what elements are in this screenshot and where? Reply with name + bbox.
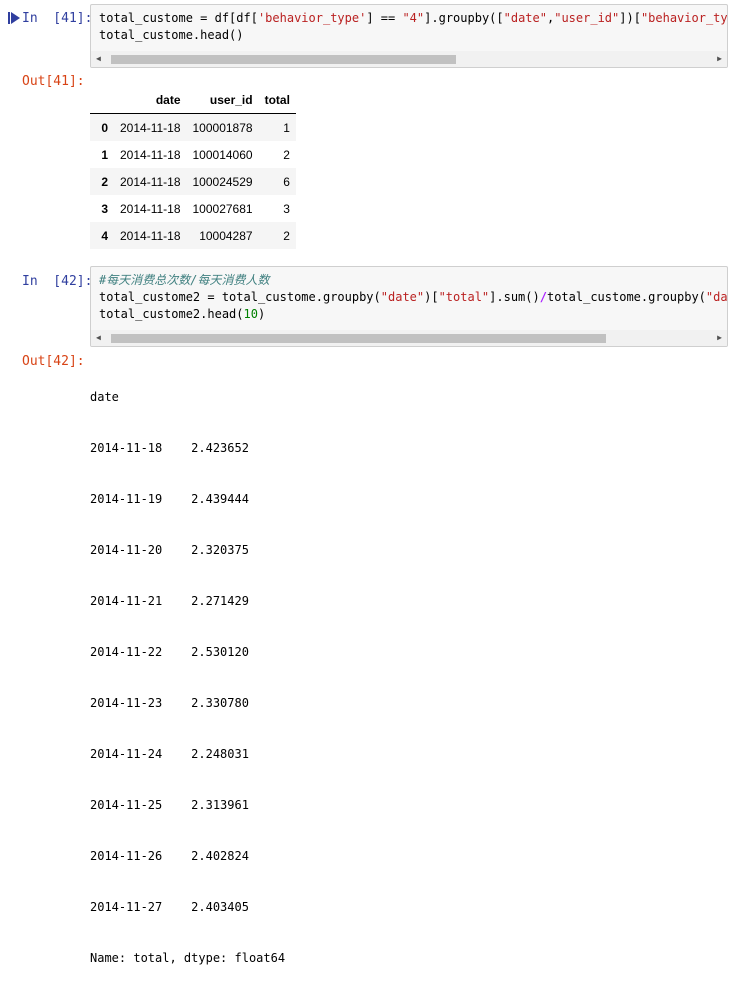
horizontal-scrollbar[interactable]: ◀ ▶ <box>91 330 727 346</box>
cell-date: 2014-11-18 <box>120 174 181 189</box>
index-header <box>90 86 114 114</box>
cell-user-id: 100024529 <box>192 174 253 189</box>
scrollbar-thumb[interactable] <box>111 55 456 64</box>
table-row: 1 2014-11-18 100014060 2 <box>90 141 296 168</box>
row-index: 2 <box>101 174 108 189</box>
cell-date: 2014-11-18 <box>120 147 181 162</box>
series-row: 2014-11-21 2.271429 <box>90 594 249 608</box>
row-index: 0 <box>101 120 108 135</box>
scroll-left-arrow-icon[interactable]: ◀ <box>96 334 101 342</box>
series-header: date <box>90 390 119 404</box>
column-header: total <box>258 86 296 114</box>
cell-total: 3 <box>283 201 290 216</box>
code-cell-41[interactable]: In [41]: total_custome = df[df['behavior… <box>0 0 746 260</box>
series-row: 2014-11-22 2.530120 <box>90 645 249 659</box>
code-line: total_custome2.head(10) <box>99 307 266 321</box>
cell-date: 2014-11-18 <box>120 201 181 216</box>
code-line: total_custome2 = total_custome.groupby("… <box>99 290 728 304</box>
cell-total: 1 <box>283 120 290 135</box>
row-index: 3 <box>101 201 108 216</box>
scroll-right-arrow-icon[interactable]: ▶ <box>717 55 722 63</box>
output-prompt: Out[41]: <box>22 74 85 89</box>
cell-user-id: 100027681 <box>192 201 253 216</box>
code-editor[interactable]: #每天消费总次数/每天消费人数 total_custome2 = total_c… <box>90 266 728 347</box>
column-header: user_id <box>186 86 259 114</box>
input-prompt: In [41]: <box>22 11 93 26</box>
row-index: 4 <box>101 228 108 243</box>
cell-total: 2 <box>283 147 290 162</box>
series-row: 2014-11-24 2.248031 <box>90 747 249 761</box>
code-editor[interactable]: total_custome = df[df['behavior_type'] =… <box>90 4 728 68</box>
series-output: date 2014-11-18 2.423652 2014-11-19 2.43… <box>90 355 285 1001</box>
dataframe-table: date user_id total 0 2014-11-18 10000187… <box>90 86 296 249</box>
horizontal-scrollbar[interactable]: ◀ ▶ <box>91 51 727 67</box>
output-prompt: Out[42]: <box>22 354 85 369</box>
table-header-row: date user_id total <box>90 86 296 114</box>
scroll-right-arrow-icon[interactable]: ▶ <box>717 334 722 342</box>
code-line: total_custome = df[df['behavior_type'] =… <box>99 11 728 25</box>
cell-user-id: 10004287 <box>199 228 253 243</box>
cell-date: 2014-11-18 <box>120 120 181 135</box>
code-line: total_custome.head() <box>99 28 244 42</box>
column-header: date <box>114 86 187 114</box>
scrollbar-thumb[interactable] <box>111 334 606 343</box>
series-row: 2014-11-19 2.439444 <box>90 492 249 506</box>
run-icon[interactable] <box>8 12 20 24</box>
code-cell-42[interactable]: In [42]: #每天消费总次数/每天消费人数 total_custome2 … <box>0 262 746 965</box>
cell-user-id: 100001878 <box>192 120 253 135</box>
series-row: 2014-11-23 2.330780 <box>90 696 249 710</box>
cell-date: 2014-11-18 <box>120 228 181 243</box>
series-row: 2014-11-18 2.423652 <box>90 441 249 455</box>
series-row: 2014-11-27 2.403405 <box>90 900 249 914</box>
code-comment: #每天消费总次数/每天消费人数 <box>99 273 270 287</box>
input-prompt: In [42]: <box>22 274 93 289</box>
table-row: 3 2014-11-18 100027681 3 <box>90 195 296 222</box>
table-row: 2 2014-11-18 100024529 6 <box>90 168 296 195</box>
series-row: 2014-11-26 2.402824 <box>90 849 249 863</box>
cell-user-id: 100014060 <box>192 147 253 162</box>
scroll-left-arrow-icon[interactable]: ◀ <box>96 55 101 63</box>
table-row: 0 2014-11-18 100001878 1 <box>90 113 296 141</box>
cell-total: 6 <box>283 174 290 189</box>
table-row: 4 2014-11-18 10004287 2 <box>90 222 296 249</box>
series-row: 2014-11-25 2.313961 <box>90 798 249 812</box>
series-row: 2014-11-20 2.320375 <box>90 543 249 557</box>
row-index: 1 <box>101 147 108 162</box>
cell-total: 2 <box>283 228 290 243</box>
series-footer: Name: total, dtype: float64 <box>90 951 286 965</box>
